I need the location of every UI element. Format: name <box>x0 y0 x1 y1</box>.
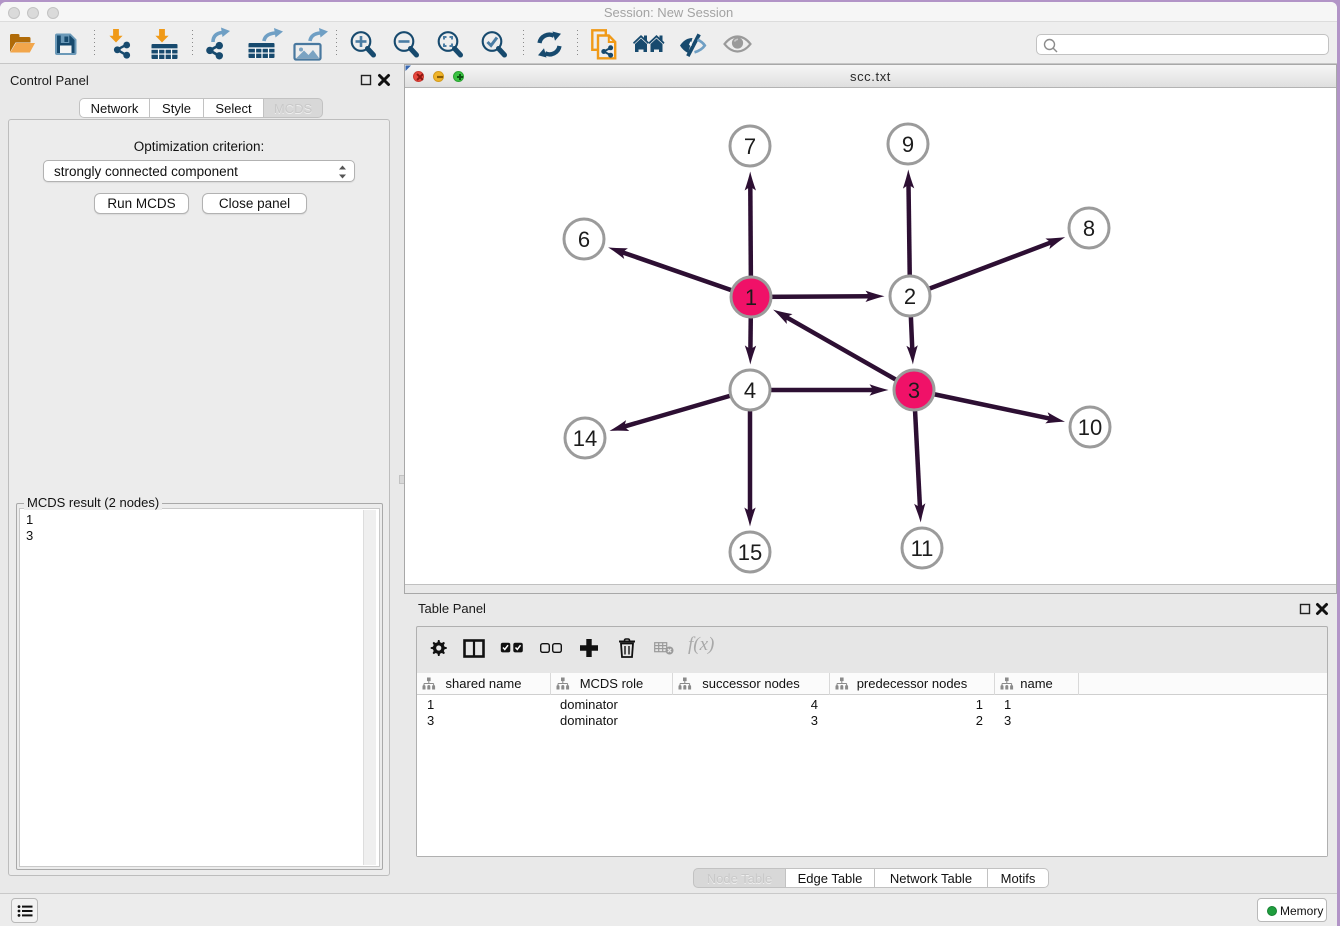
svg-text:2: 2 <box>904 284 916 309</box>
svg-text:14: 14 <box>573 426 597 451</box>
svg-text:8: 8 <box>1083 216 1095 241</box>
svg-text:3: 3 <box>908 378 920 403</box>
svg-text:15: 15 <box>738 540 762 565</box>
svg-text:10: 10 <box>1078 415 1102 440</box>
svg-text:6: 6 <box>578 227 590 252</box>
svg-text:1: 1 <box>745 285 757 310</box>
svg-text:7: 7 <box>744 134 756 159</box>
svg-text:4: 4 <box>744 378 756 403</box>
svg-text:11: 11 <box>911 536 934 561</box>
svg-text:9: 9 <box>902 132 914 157</box>
